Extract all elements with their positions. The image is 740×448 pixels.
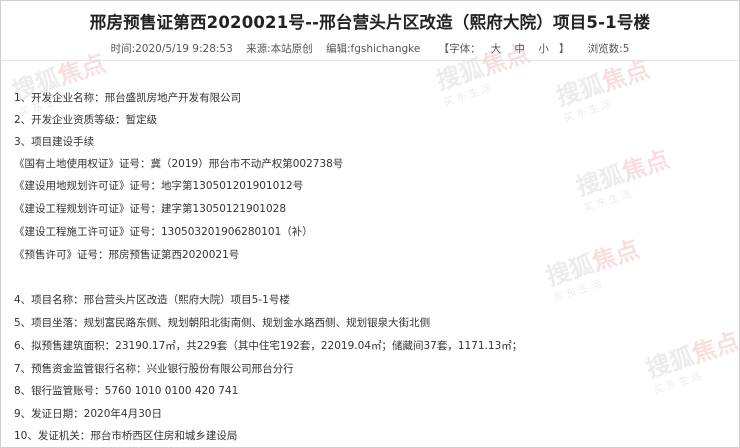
- header-divider: [1, 60, 739, 61]
- watermark: 搜狐焦点 买 东 生 活: [571, 139, 677, 215]
- watermark-brand-right: 焦点: [588, 235, 643, 277]
- article-editor: 编辑:fgshichangke: [326, 43, 421, 55]
- content-line: 3、项目建设手续: [14, 136, 95, 148]
- watermark-brand-right: 焦点: [618, 145, 673, 187]
- watermark-brand-right: 焦点: [688, 327, 740, 369]
- document-frame: 搜狐焦点 买 东 生 活 搜狐焦点 买 东 生 活 搜狐焦点 买 东 生 活 搜…: [0, 0, 740, 448]
- font-size-prefix: 【字体：: [438, 43, 481, 55]
- content-line: 10、发证机关：邢台市桥西区住房和城乡建设局: [14, 430, 238, 442]
- publish-time: 时间:2020/5/19 9:28:53: [110, 43, 233, 55]
- watermark-brand-left: 搜狐: [572, 159, 628, 202]
- watermark-tagline: 买 东 生 活: [582, 188, 633, 215]
- content-line: 2、开发企业资质等级：暂定级: [14, 114, 158, 126]
- page-title: 邢房预售证第西2020021号--邢台营头片区改造（熙府大院）项目5-1号楼: [89, 13, 651, 32]
- watermark: 搜狐焦点 买 东 生 活: [641, 321, 740, 397]
- watermark-tagline: 买 东 生 活: [552, 278, 603, 305]
- watermark-brand-right: 焦点: [598, 55, 653, 97]
- watermark-brand-left: 搜狐: [642, 341, 698, 384]
- content-line: 7、预售资金监管银行名称：兴业银行股份有限公司邢台分行: [14, 363, 294, 375]
- font-size-switcher: 【字体： 大 中 小】: [434, 43, 575, 55]
- content-line: 9、发证日期：2020年4月30日: [14, 408, 162, 420]
- article-meta: 时间:2020/5/19 9:28:53 来源:本站原创 编辑:fgshicha…: [1, 41, 739, 56]
- font-size-medium-link[interactable]: 中: [515, 43, 526, 55]
- content-line: 《国有土地使用权证》证号：冀（2019）邢台市不动产权第002738号: [14, 158, 344, 170]
- watermark-tagline: 买 东 生 活: [652, 370, 703, 397]
- font-size-small-link[interactable]: 小: [538, 43, 549, 55]
- font-size-suffix: 】: [558, 43, 570, 55]
- content-line: 《建设工程施工许可证》证号：130503201906280101（补）: [14, 226, 313, 238]
- watermark-brand-left: 搜狐: [542, 249, 598, 292]
- content-line: 《建设工程规划许可证》证号：建字第13050121901028: [14, 203, 287, 215]
- content-line: 《预售许可》证号：邢房预售证第西2020021号: [14, 249, 240, 261]
- content-line: 1、开发企业名称：邢台盛凯房地产开发有限公司: [14, 92, 242, 104]
- content-line: 6、拟预售建筑面积：23190.17㎡，共229套（其中住宅192套，22019…: [14, 340, 523, 352]
- content-line: 《建设用地规划许可证》证号：地字第130501201901012号: [14, 180, 304, 192]
- watermark-tagline: 买 东 生 活: [562, 98, 613, 125]
- content-line: 5、项目坐落：规划富民路东侧、规划朝阳北街南侧、规划金水路西侧、规划银泉大街北侧: [14, 317, 431, 329]
- watermark-tagline: 买 东 生 活: [442, 82, 493, 109]
- watermark-brand-left: 搜狐: [552, 69, 608, 112]
- content-line: 4、项目名称：邢台营头片区改造（熙府大院）项目5-1号楼: [14, 294, 290, 306]
- content-line: 8、银行监管账号：5760 1010 0100 420 741: [14, 385, 239, 397]
- article-source: 来源:本站原创: [246, 43, 313, 55]
- font-size-large-link[interactable]: 大: [491, 43, 502, 55]
- watermark: 搜狐焦点 买 东 生 活: [541, 229, 647, 305]
- view-count: 浏览数:5: [587, 43, 630, 55]
